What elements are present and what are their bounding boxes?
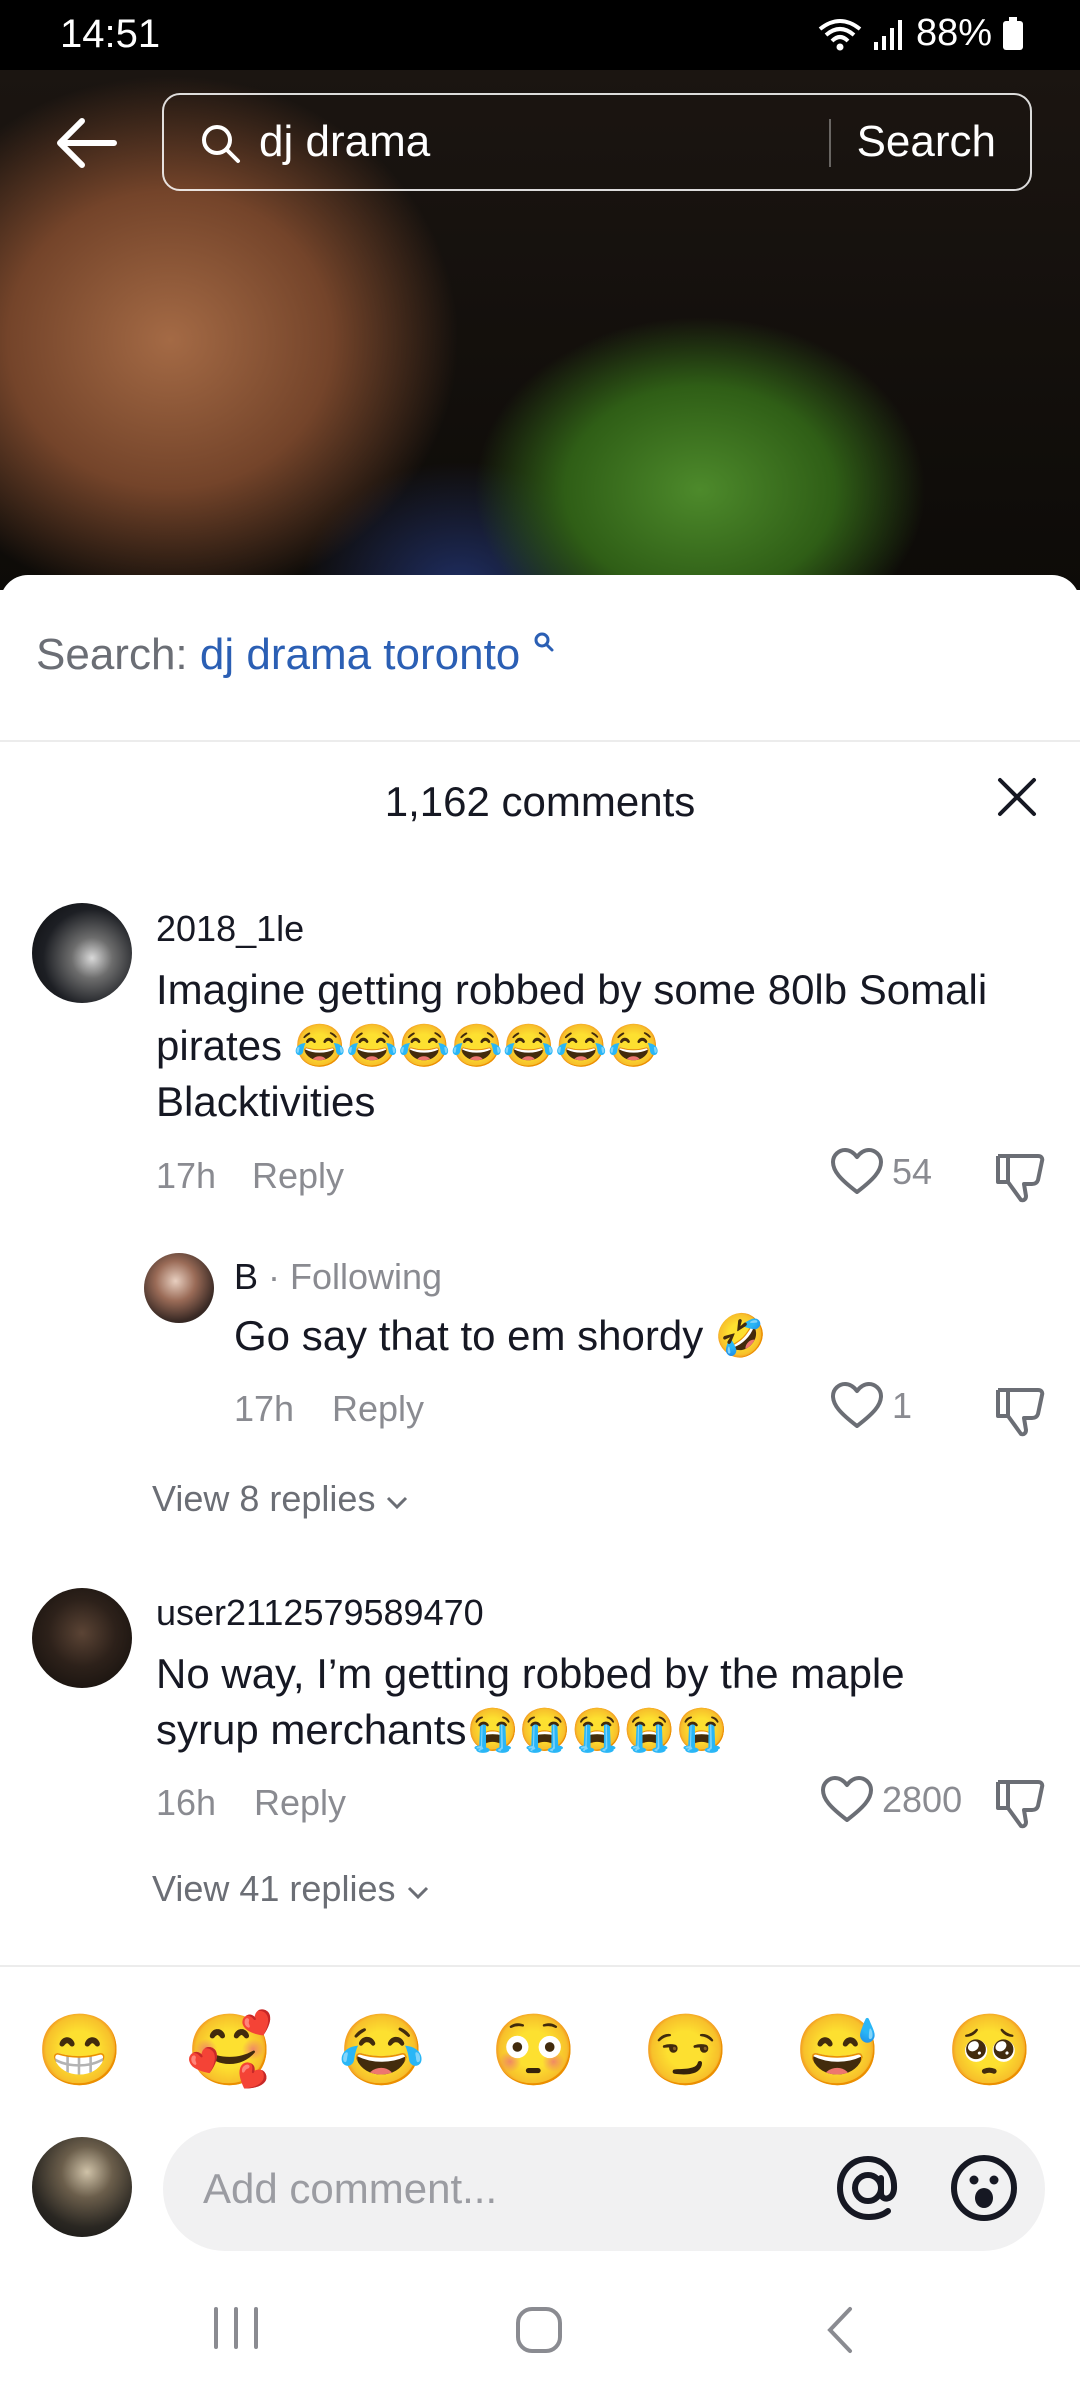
following-label: · Following (258, 1256, 443, 1297)
comment-text: Imagine getting robbed by some 80lb Soma… (156, 966, 988, 1125)
quick-emoji[interactable]: 😏 (642, 2010, 729, 2090)
dislike-icon[interactable] (994, 1152, 1046, 1204)
reply-button[interactable]: Reply (252, 1155, 344, 1197)
comment-time: 17h (156, 1155, 217, 1196)
divider (0, 740, 1080, 742)
recents-icon[interactable] (210, 2305, 262, 2351)
comment-time: 16h (156, 1782, 217, 1823)
chevron-down-icon (387, 1496, 408, 1510)
status-time: 14:51 (60, 12, 161, 56)
search-box[interactable]: dj drama Search (162, 93, 1032, 191)
my-avatar (32, 2137, 132, 2237)
heart-icon (831, 1148, 883, 1194)
home-icon[interactable] (514, 2305, 564, 2355)
battery-icon (1003, 16, 1023, 50)
at-icon[interactable] (833, 2151, 903, 2225)
back-button[interactable] (52, 108, 122, 178)
search-icon (202, 125, 240, 163)
comment-username[interactable]: 2018_1le (156, 908, 304, 950)
search-suggestion[interactable]: Search: dj drama toronto (36, 630, 555, 680)
comment-placeholder: Add comment... (203, 2165, 498, 2212)
like-button[interactable]: 1 (830, 1382, 912, 1430)
view-replies-button[interactable]: View 8 replies (152, 1478, 409, 1520)
chevron-down-icon (407, 1886, 428, 1900)
signal-icon (873, 19, 902, 50)
heart-icon (821, 1776, 873, 1822)
close-icon[interactable] (996, 776, 1038, 818)
quick-emoji[interactable]: 😳 (490, 2010, 577, 2090)
quick-emoji[interactable]: 😅 (794, 2010, 881, 2090)
battery-percent: 88% (915, 12, 992, 54)
back-icon[interactable] (820, 2305, 860, 2355)
reply-text: Go say that to em shordy 🤣 (234, 1312, 768, 1359)
quick-emoji[interactable]: 😁 (36, 2010, 123, 2090)
quick-emoji[interactable]: 🥰 (186, 2010, 273, 2090)
status-bar: 14:51 88% (0, 0, 1080, 70)
avatar[interactable] (32, 1588, 132, 1688)
comment-input[interactable]: Add comment... (163, 2127, 1045, 2251)
comment-username[interactable]: user2112579589470 (156, 1592, 484, 1634)
like-button[interactable]: 54 (830, 1148, 932, 1196)
like-button[interactable]: 2800 (820, 1776, 962, 1824)
search-divider (829, 119, 831, 167)
avatar[interactable] (32, 903, 132, 1003)
avatar[interactable] (144, 1253, 214, 1323)
reply-time: 17h (234, 1388, 295, 1429)
search-button[interactable]: Search (857, 117, 996, 167)
like-count: 1 (892, 1385, 913, 1426)
heart-icon (831, 1382, 883, 1428)
dislike-icon[interactable] (994, 1386, 1046, 1438)
reply-username[interactable]: B · Following (234, 1256, 442, 1298)
wifi-icon (818, 18, 862, 50)
comment-text: No way, I’m getting robbed by the maple … (156, 1650, 905, 1753)
dislike-icon[interactable] (994, 1778, 1046, 1830)
divider (0, 1965, 1080, 1967)
search-icon (534, 632, 554, 652)
like-count: 54 (892, 1151, 933, 1192)
quick-emoji[interactable]: 🥺 (946, 2010, 1033, 2090)
view-replies-button[interactable]: View 41 replies (152, 1868, 430, 1910)
quick-emoji[interactable]: 😂 (338, 2010, 425, 2090)
reply-button[interactable]: Reply (254, 1782, 346, 1824)
emoji-icon[interactable] (949, 2153, 1019, 2223)
search-input[interactable]: dj drama (259, 117, 430, 167)
like-count: 2800 (882, 1779, 963, 1820)
suggestion-term[interactable]: dj drama toronto (200, 630, 520, 679)
reply-button[interactable]: Reply (332, 1388, 424, 1430)
suggestion-prefix: Search: (36, 630, 200, 679)
comments-count: 1,162 comments (384, 778, 696, 825)
back-arrow-icon (57, 118, 117, 168)
